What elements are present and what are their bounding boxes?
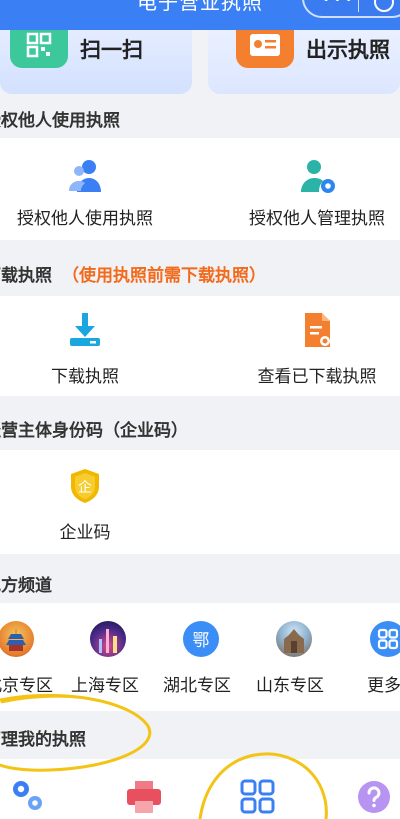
apps-grid-icon[interactable] bbox=[238, 777, 278, 815]
shanghai-icon[interactable] bbox=[90, 621, 126, 657]
view-downloaded-button[interactable]: 查看已下载执照 bbox=[232, 310, 400, 387]
more-grid-icon[interactable] bbox=[370, 621, 400, 657]
svg-text:鄂: 鄂 bbox=[193, 631, 210, 651]
download-license-button[interactable]: 下载执照 bbox=[0, 310, 170, 387]
top-bar: 电子营业执照 ••• bbox=[0, 0, 400, 30]
document-icon bbox=[305, 313, 330, 347]
mini-program-capsule[interactable]: ••• bbox=[302, 0, 400, 18]
hubei-icon[interactable]: 鄂 bbox=[183, 621, 219, 657]
local-shanghai-label[interactable]: 上海专区 bbox=[71, 671, 139, 696]
download-icon bbox=[70, 313, 100, 346]
capsule-divider bbox=[358, 0, 359, 12]
authorize-manage-label: 授权他人管理执照 bbox=[249, 209, 385, 229]
user-gear-icon bbox=[301, 160, 335, 193]
settings-gear-icon[interactable] bbox=[8, 777, 46, 813]
scan-button[interactable]: 扫一扫 bbox=[0, 30, 192, 94]
show-license-button[interactable]: 出示执照 bbox=[208, 30, 400, 94]
download-note: （使用执照前需下载执照） bbox=[62, 266, 266, 286]
enterprise-code-button[interactable]: 企 企业码 bbox=[0, 466, 170, 543]
enterprise-code-card: 企 企业码 bbox=[0, 450, 400, 554]
local-beijing-label[interactable]: 北京专区 bbox=[0, 671, 53, 696]
authorize-use-label: 授权他人使用执照 bbox=[17, 209, 153, 229]
download-card: 下载执照 查看已下载执照 bbox=[0, 296, 400, 396]
section-title-authorize: 授权他人使用执照 bbox=[0, 111, 120, 131]
beijing-icon[interactable] bbox=[0, 621, 34, 657]
qr-code-icon bbox=[10, 30, 68, 68]
authorize-card: 授权他人使用执照 授权他人管理执照 bbox=[0, 138, 400, 240]
more-dots-icon[interactable]: ••• bbox=[322, 0, 356, 8]
svg-text:企: 企 bbox=[78, 479, 92, 496]
authorize-manage-button[interactable]: 授权他人管理执照 bbox=[232, 156, 400, 229]
local-shandong-label[interactable]: 山东专区 bbox=[256, 671, 324, 696]
section-title-manage: 管理我的执照 bbox=[0, 730, 86, 750]
section-title-download: 下载执照（使用执照前需下载执照） bbox=[0, 266, 266, 286]
local-hubei-label[interactable]: 湖北专区 bbox=[163, 671, 231, 696]
users-icon bbox=[69, 160, 101, 192]
authorize-use-button[interactable]: 授权他人使用执照 bbox=[0, 156, 170, 229]
show-license-label: 出示执照 bbox=[306, 38, 390, 62]
close-circle-icon[interactable] bbox=[374, 0, 394, 12]
section-title-local: 地方频道 bbox=[0, 576, 52, 596]
download-license-label: 下载执照 bbox=[51, 367, 119, 387]
local-more-label[interactable]: 更多 bbox=[367, 671, 400, 696]
view-downloaded-label: 查看已下载执照 bbox=[257, 367, 377, 387]
shandong-icon[interactable] bbox=[276, 621, 312, 657]
scan-label: 扫一扫 bbox=[80, 38, 143, 62]
license-card-icon bbox=[236, 30, 294, 68]
printer-icon[interactable] bbox=[124, 779, 164, 815]
manage-card bbox=[0, 759, 400, 819]
section-title-enterprise-code: 经营主体身份码（企业码） bbox=[0, 421, 188, 441]
enterprise-shield-icon: 企 bbox=[71, 469, 99, 503]
help-question-icon[interactable] bbox=[356, 779, 392, 815]
enterprise-code-label: 企业码 bbox=[59, 523, 111, 543]
